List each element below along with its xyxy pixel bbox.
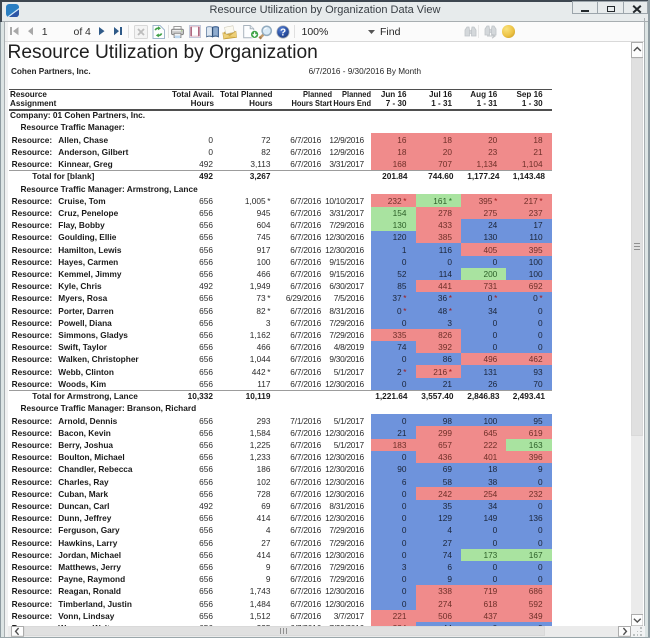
svg-text:?: ?	[280, 27, 286, 38]
